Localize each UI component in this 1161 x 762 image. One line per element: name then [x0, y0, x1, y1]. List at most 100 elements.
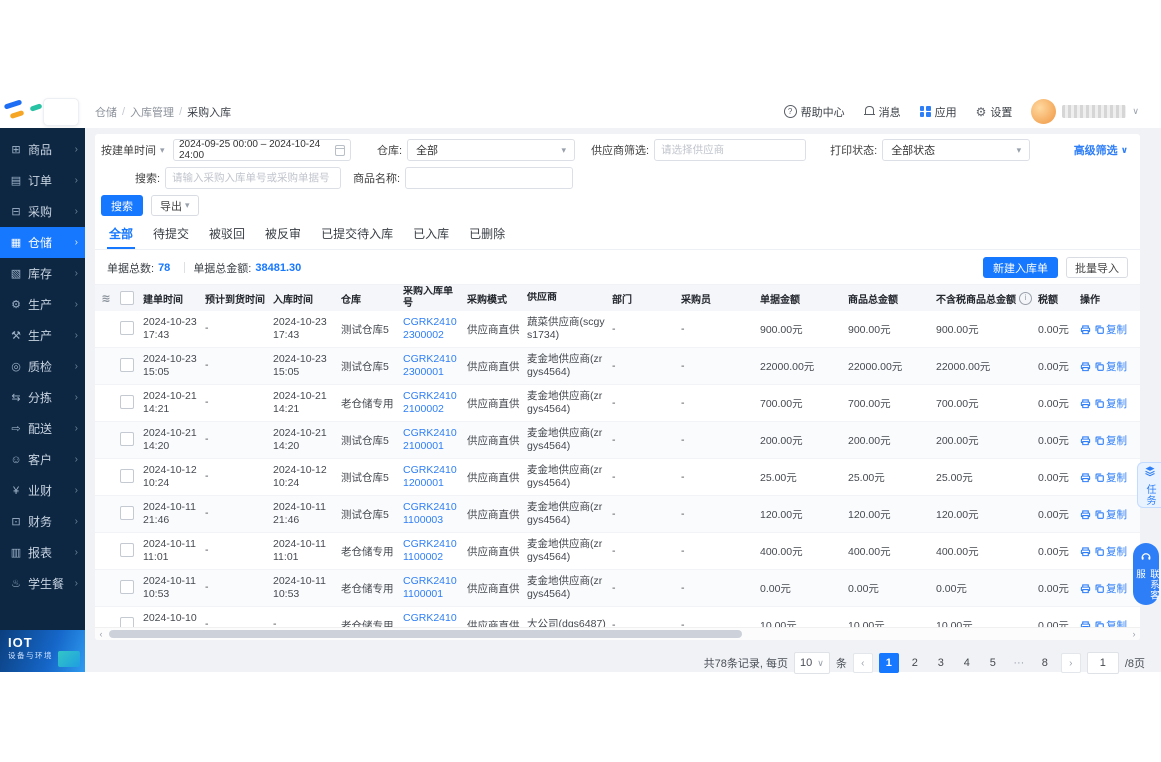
user-menu[interactable]: ∨ [1031, 99, 1139, 124]
tab-已删除[interactable]: 已删除 [467, 222, 507, 247]
sidebar-item-生产[interactable]: ⚙ 生产 › [0, 289, 85, 320]
sidebar-item-财务[interactable]: ⊡ 财务 › [0, 506, 85, 537]
sidebar-item-学生餐[interactable]: ♨ 学生餐 › [0, 568, 85, 599]
order-no-link[interactable]: CGRK24102100001 [403, 427, 457, 452]
sidebar-item-订单[interactable]: ▤ 订单 › [0, 165, 85, 196]
print-button[interactable] [1080, 398, 1091, 409]
sidebar-item-采购[interactable]: ⊟ 采购 › [0, 196, 85, 227]
sidebar-item-商品[interactable]: ⊞ 商品 › [0, 134, 85, 165]
bulk-import-button[interactable]: 批量导入 [1066, 257, 1128, 278]
product-name-input[interactable] [405, 167, 574, 189]
next-page-button[interactable]: › [1060, 653, 1081, 673]
info-icon[interactable]: i [1019, 291, 1032, 305]
help-center-button[interactable]: 帮助中心 [783, 104, 845, 120]
row-checkbox[interactable] [120, 505, 134, 520]
gear-icon: ⚙ [975, 104, 987, 119]
settings-button[interactable]: ⚙ 设置 [976, 104, 1013, 120]
page-button-4[interactable]: 4 [957, 653, 977, 673]
row-checkbox[interactable] [120, 468, 134, 483]
print-button[interactable] [1080, 583, 1091, 594]
export-button[interactable]: 导出 ▾ [151, 195, 199, 216]
row-checkbox[interactable] [120, 320, 134, 335]
order-no-link[interactable]: CGRK24101100002 [403, 538, 457, 563]
breadcrumb-item[interactable]: 仓储 [95, 104, 117, 120]
warehouse-select[interactable]: 全部 ▾ [407, 139, 576, 161]
print-button[interactable] [1080, 620, 1091, 627]
order-no-link[interactable]: CGRK24101100003 [403, 501, 457, 526]
scrollbar-thumb[interactable] [109, 630, 743, 638]
print-button[interactable] [1080, 509, 1091, 520]
select-all-checkbox[interactable] [120, 291, 134, 305]
page-button-8[interactable]: 8 [1035, 653, 1055, 673]
order-no-link[interactable]: CGRK24102100002 [403, 390, 457, 415]
page-jump-input[interactable] [1086, 652, 1119, 674]
breadcrumb-item[interactable]: 入库管理 [130, 104, 174, 120]
copy-button[interactable]: 复制 [1094, 322, 1127, 337]
messages-button[interactable]: 消息 [863, 104, 901, 120]
sidebar-item-库存[interactable]: ▧ 库存 › [0, 258, 85, 289]
task-panel-button[interactable]: 任务 [1137, 462, 1161, 508]
page-button-3[interactable]: 3 [931, 653, 951, 673]
expand-all-icon[interactable]: ≋ [95, 292, 117, 305]
order-no-link[interactable]: CGRK24101100001 [403, 575, 457, 600]
page-button-1[interactable]: 1 [878, 653, 899, 673]
scroll-right-icon[interactable]: › [1128, 628, 1140, 640]
print-button[interactable] [1080, 546, 1091, 557]
order-no-link[interactable]: CGRK24102300001 [403, 353, 457, 378]
row-checkbox[interactable] [120, 431, 134, 446]
sidebar-item-质检[interactable]: ◎ 质检 › [0, 351, 85, 382]
cell-purchase-mode: 供应商直供 [467, 397, 520, 410]
order-no-link[interactable]: CGRK24101000005 [403, 612, 457, 627]
row-checkbox[interactable] [120, 542, 134, 557]
search-button[interactable]: 搜索 [101, 195, 143, 216]
sidebar-item-报表[interactable]: ▥ 报表 › [0, 537, 85, 568]
tab-待提交[interactable]: 待提交 [151, 222, 191, 247]
date-range-input[interactable]: 2024-09-25 00:00 – 2024-10-24 24:00 [173, 139, 351, 161]
row-checkbox[interactable] [120, 579, 134, 594]
order-no-link[interactable]: CGRK24101200001 [403, 464, 457, 489]
prev-page-button[interactable]: ‹ [852, 653, 873, 673]
apps-button[interactable]: 应用 [919, 104, 957, 120]
print-button[interactable] [1080, 324, 1091, 335]
copy-button[interactable]: 复制 [1094, 507, 1127, 522]
sidebar-item-配送[interactable]: ⇨ 配送 › [0, 413, 85, 444]
row-checkbox[interactable] [120, 357, 134, 372]
tab-被反审[interactable]: 被反审 [263, 222, 303, 247]
row-checkbox[interactable] [120, 616, 134, 627]
cell-tax: 0.00元 [1038, 323, 1069, 336]
tab-被驳回[interactable]: 被驳回 [207, 222, 247, 247]
advanced-filter-link[interactable]: 高级筛选 ∨ [1074, 142, 1128, 158]
copy-button[interactable]: 复制 [1094, 581, 1127, 596]
sidebar-item-业财[interactable]: ¥ 业财 › [0, 475, 85, 506]
tab-已提交待入库[interactable]: 已提交待入库 [319, 222, 395, 247]
supplier-input[interactable] [654, 139, 807, 161]
scroll-left-icon[interactable]: ‹ [95, 628, 107, 640]
page-button-2[interactable]: 2 [905, 653, 925, 673]
create-inbound-button[interactable]: 新建入库单 [983, 257, 1058, 278]
row-checkbox[interactable] [120, 394, 134, 409]
contact-support-button[interactable]: 联系客服 [1133, 543, 1159, 605]
copy-button[interactable]: 复制 [1094, 396, 1127, 411]
scrollbar-track[interactable] [107, 628, 1128, 640]
copy-button[interactable]: 复制 [1094, 544, 1127, 559]
order-search-input[interactable] [165, 167, 342, 189]
copy-button[interactable]: 复制 [1094, 618, 1127, 627]
sidebar-item-客户[interactable]: ☺ 客户 › [0, 444, 85, 475]
page-size-select[interactable]: 10 ∨ [793, 652, 830, 674]
order-no-link[interactable]: CGRK24102300002 [403, 316, 457, 341]
print-button[interactable] [1080, 472, 1091, 483]
page-button-5[interactable]: 5 [983, 653, 1003, 673]
time-type-select[interactable]: 按建单时间 ▾ [101, 142, 167, 158]
copy-button[interactable]: 复制 [1094, 433, 1127, 448]
copy-button[interactable]: 复制 [1094, 359, 1127, 374]
sidebar-item-分拣[interactable]: ⇆ 分拣 › [0, 382, 85, 413]
tab-全部[interactable]: 全部 [107, 222, 136, 249]
print-button[interactable] [1080, 435, 1091, 446]
sidebar-item-仓储[interactable]: ▦ 仓储 › [0, 227, 85, 258]
print-status-select[interactable]: 全部状态 ▾ [882, 139, 1031, 161]
tab-已入库[interactable]: 已入库 [411, 222, 451, 247]
copy-button[interactable]: 复制 [1094, 470, 1127, 485]
sidebar-item-生产[interactable]: ⚒ 生产 › [0, 320, 85, 351]
cell-operations: 复制 [1077, 507, 1140, 522]
print-button[interactable] [1080, 361, 1091, 372]
